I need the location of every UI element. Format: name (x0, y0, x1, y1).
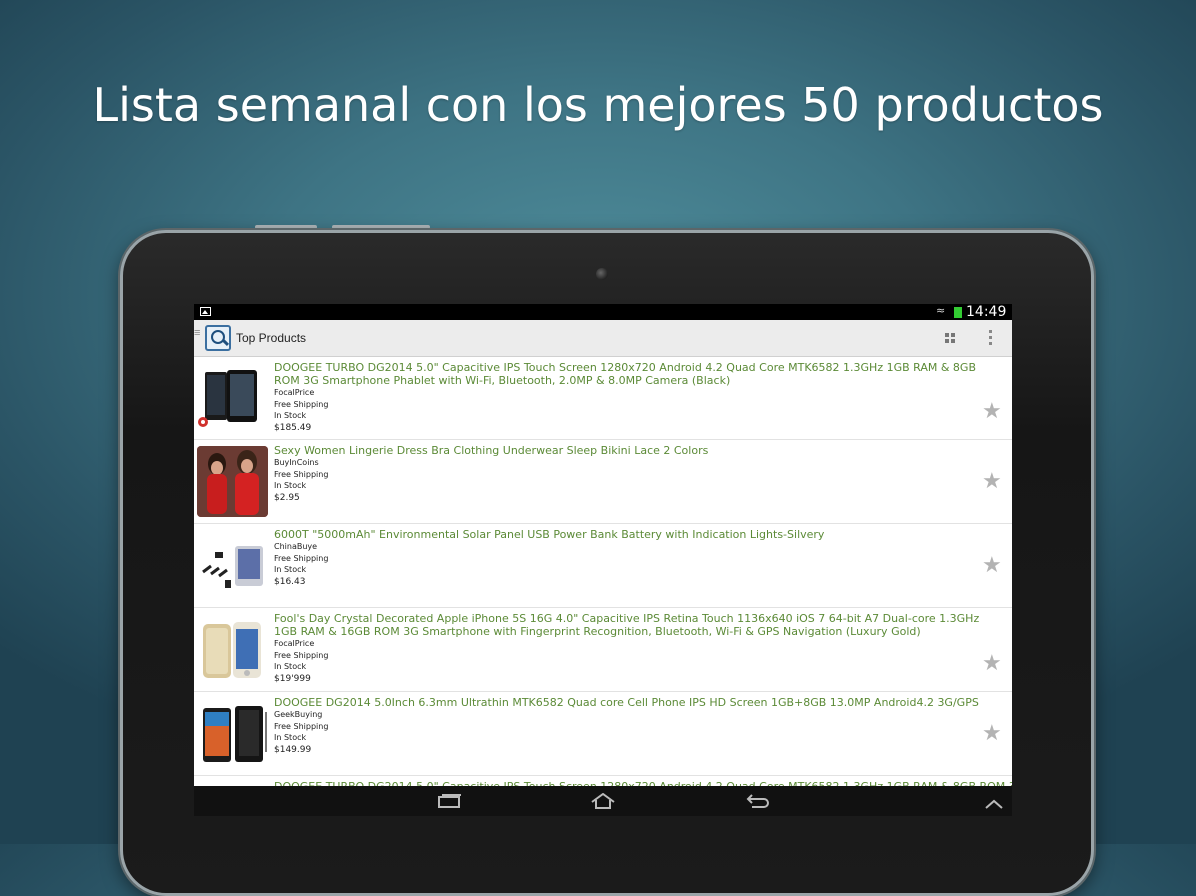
grid-view-icon[interactable] (945, 333, 956, 344)
product-price: $16.43 (274, 576, 306, 587)
product-title[interactable]: Sexy Women Lingerie Dress Bra Clothing U… (274, 444, 994, 457)
product-info: Fool's Day Crystal Decorated Apple iPhon… (274, 612, 994, 685)
app-screen: ≈ 14:49 ≡ Top Products DOOGEE TURBO DG20… (194, 304, 1012, 816)
product-row[interactable]: 6000T "5000mAh" Environmental Solar Pane… (194, 524, 1012, 608)
product-price: $2.95 (274, 492, 300, 503)
product-store: BuyInCoins (274, 458, 319, 467)
page-title: Top Products (236, 331, 307, 345)
product-thumbnail (197, 362, 268, 433)
product-stock: In Stock (274, 411, 307, 420)
product-row[interactable]: Fool's Day Crystal Decorated Apple iPhon… (194, 608, 1012, 692)
product-store: FocalPrice (274, 388, 315, 397)
navigation-bar (194, 786, 1012, 816)
product-title[interactable]: DOOGEE TURBO DG2014 5.0" Capacitive IPS … (274, 361, 994, 387)
product-row[interactable]: DOOGEE TURBO DG2014 5.0" Capacitive IPS … (194, 357, 1012, 440)
product-title[interactable]: 6000T "5000mAh" Environmental Solar Pane… (274, 528, 994, 541)
product-row[interactable]: DOOGEE DG2014 5.0Inch 6.3mm Ultrathin MT… (194, 692, 1012, 776)
product-stock: In Stock (274, 481, 307, 490)
headline: Lista semanal con los mejores 50 product… (92, 78, 1104, 132)
tablet-button-left (255, 225, 317, 229)
favorite-star-icon[interactable]: ★ (982, 400, 1002, 422)
gallery-notification-icon (200, 307, 211, 316)
status-time: 14:49 (966, 304, 1007, 320)
product-shipping: Free Shipping (274, 399, 329, 409)
recent-apps-icon[interactable] (438, 794, 462, 813)
product-info: DOOGEE TURBO DG2014 5.0" Capacitive IPS … (274, 361, 994, 434)
product-shipping: Free Shipping (274, 721, 329, 731)
status-bar: ≈ 14:49 (194, 304, 1012, 320)
product-info: 6000T "5000mAh" Environmental Solar Pane… (274, 528, 994, 588)
product-row[interactable]: Sexy Women Lingerie Dress Bra Clothing U… (194, 440, 1012, 524)
product-price: $185.49 (274, 422, 312, 433)
product-store: GeekBuying (274, 710, 323, 719)
product-stock: In Stock (274, 565, 307, 574)
product-thumbnail (197, 530, 268, 601)
product-title[interactable]: Fool's Day Crystal Decorated Apple iPhon… (274, 612, 994, 638)
product-info: DOOGEE DG2014 5.0Inch 6.3mm Ultrathin MT… (274, 696, 994, 756)
product-shipping: Free Shipping (274, 553, 329, 563)
product-info: Sexy Women Lingerie Dress Bra Clothing U… (274, 444, 994, 504)
product-title[interactable]: DOOGEE DG2014 5.0Inch 6.3mm Ultrathin MT… (274, 696, 994, 709)
battery-icon (954, 307, 962, 318)
back-icon[interactable] (746, 794, 770, 813)
product-shipping: Free Shipping (274, 469, 329, 479)
product-store: FocalPrice (274, 639, 315, 648)
favorite-star-icon[interactable]: ★ (982, 554, 1002, 576)
product-thumbnail (197, 446, 268, 517)
drawer-indicator-icon[interactable]: ≡ (194, 328, 200, 339)
product-thumbnail (197, 614, 268, 685)
product-list: DOOGEE TURBO DG2014 5.0" Capacitive IPS … (194, 357, 1012, 776)
product-shipping: Free Shipping (274, 650, 329, 660)
favorite-star-icon[interactable]: ★ (982, 470, 1002, 492)
product-stock: In Stock (274, 662, 307, 671)
product-price: $19'999 (274, 673, 311, 684)
tablet-button-right (332, 225, 430, 229)
front-camera (596, 268, 608, 280)
product-price: $149.99 (274, 744, 312, 755)
product-store: ChinaBuye (274, 542, 318, 551)
app-logo-icon[interactable] (205, 325, 231, 351)
product-thumbnail (197, 698, 268, 769)
overflow-menu-icon[interactable] (989, 330, 992, 348)
chevron-up-icon[interactable] (984, 796, 1004, 814)
wifi-icon: ≈ (936, 304, 946, 317)
favorite-star-icon[interactable]: ★ (982, 652, 1002, 674)
product-stock: In Stock (274, 733, 307, 742)
home-icon[interactable] (590, 792, 616, 814)
favorite-star-icon[interactable]: ★ (982, 722, 1002, 744)
action-bar: ≡ Top Products (194, 320, 1012, 357)
